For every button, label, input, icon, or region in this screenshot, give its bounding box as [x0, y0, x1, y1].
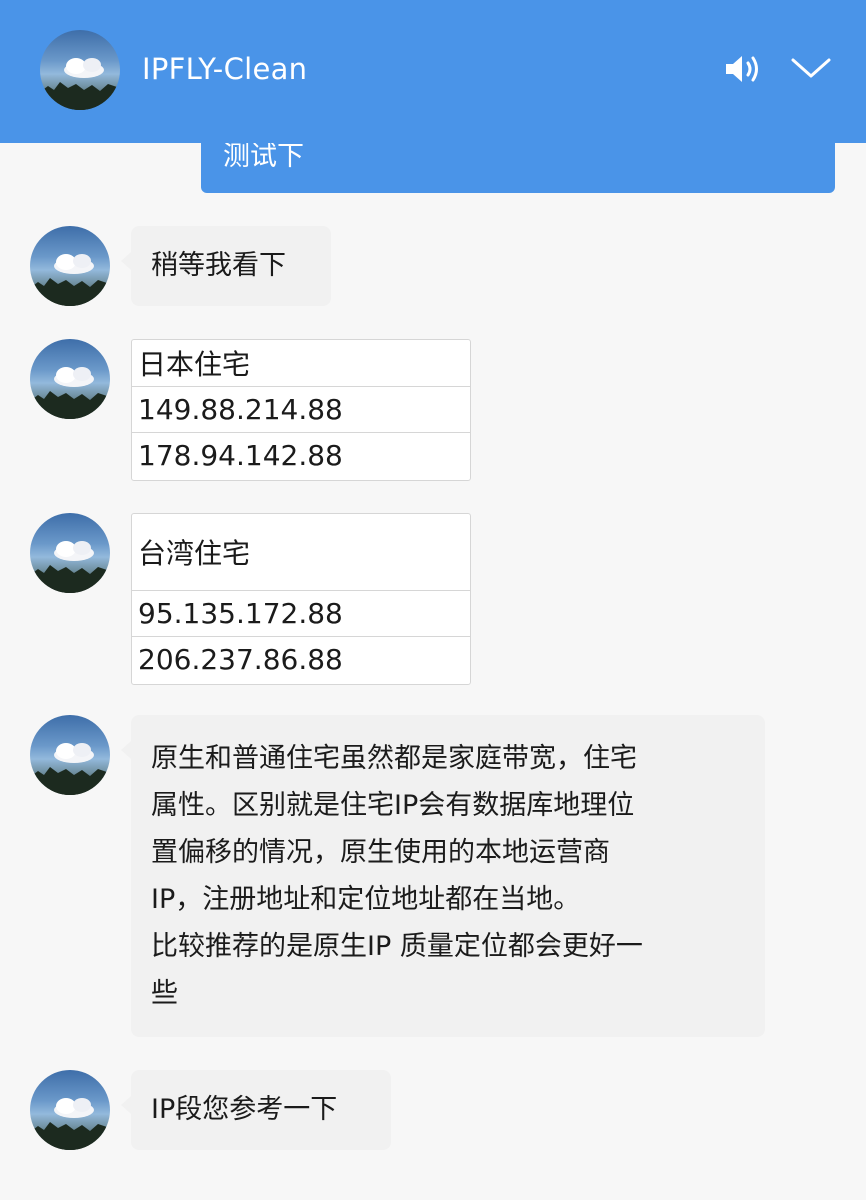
chat-header: IPFLY-Clean: [0, 0, 866, 143]
ip-table-japan: 日本住宅 149.88.214.88 178.94.142.88: [131, 339, 471, 481]
message-line: 比较推荐的是原生IP 质量定位都会更好一: [151, 931, 643, 962]
ip-table-taiwan: 台湾住宅 95.135.172.88 206.237.86.88: [131, 513, 471, 685]
table-row: 149.88.214.88: [132, 386, 470, 432]
agent-avatar[interactable]: [30, 715, 110, 795]
message-line: 些: [151, 978, 178, 1009]
table-row: 台湾住宅: [138, 537, 251, 570]
agent-avatar[interactable]: [30, 1070, 110, 1150]
message-bubble: IP段您参考一下: [121, 1070, 391, 1150]
sent-message-bubble: 测试下: [201, 143, 835, 193]
sent-message-text: 测试下: [223, 143, 304, 172]
table-row: 178.94.142.88: [132, 432, 470, 478]
speaker-icon[interactable]: [723, 52, 763, 86]
message-bubble: 原生和普通住宅虽然都是家庭带宽，住宅 属性。区别就是住宅IP会有数据库地理位 置…: [121, 715, 765, 1037]
agent-avatar[interactable]: [30, 339, 110, 419]
contact-name: IPFLY-Clean: [142, 52, 308, 86]
contact-avatar[interactable]: [40, 30, 120, 110]
message-line: 属性。区别就是住宅IP会有数据库地理位: [151, 790, 635, 821]
message-bubble: 稍等我看下: [121, 226, 331, 306]
chevron-down-icon[interactable]: [790, 56, 832, 82]
table-row: 95.135.172.88: [132, 590, 470, 636]
table-row: 日本住宅: [138, 348, 251, 381]
message-text: 稍等我看下: [151, 250, 286, 281]
message-line: 原生和普通住宅虽然都是家庭带宽，住宅: [151, 743, 637, 774]
agent-avatar[interactable]: [30, 513, 110, 593]
table-row: 206.237.86.88: [132, 636, 470, 682]
cloud-avatar-image: [40, 58, 120, 110]
message-line: IP，注册地址和定位地址都在当地。: [151, 884, 581, 915]
agent-avatar[interactable]: [30, 226, 110, 306]
message-line: 置偏移的情况，原生使用的本地运营商: [151, 837, 610, 868]
message-text: IP段您参考一下: [151, 1094, 338, 1125]
